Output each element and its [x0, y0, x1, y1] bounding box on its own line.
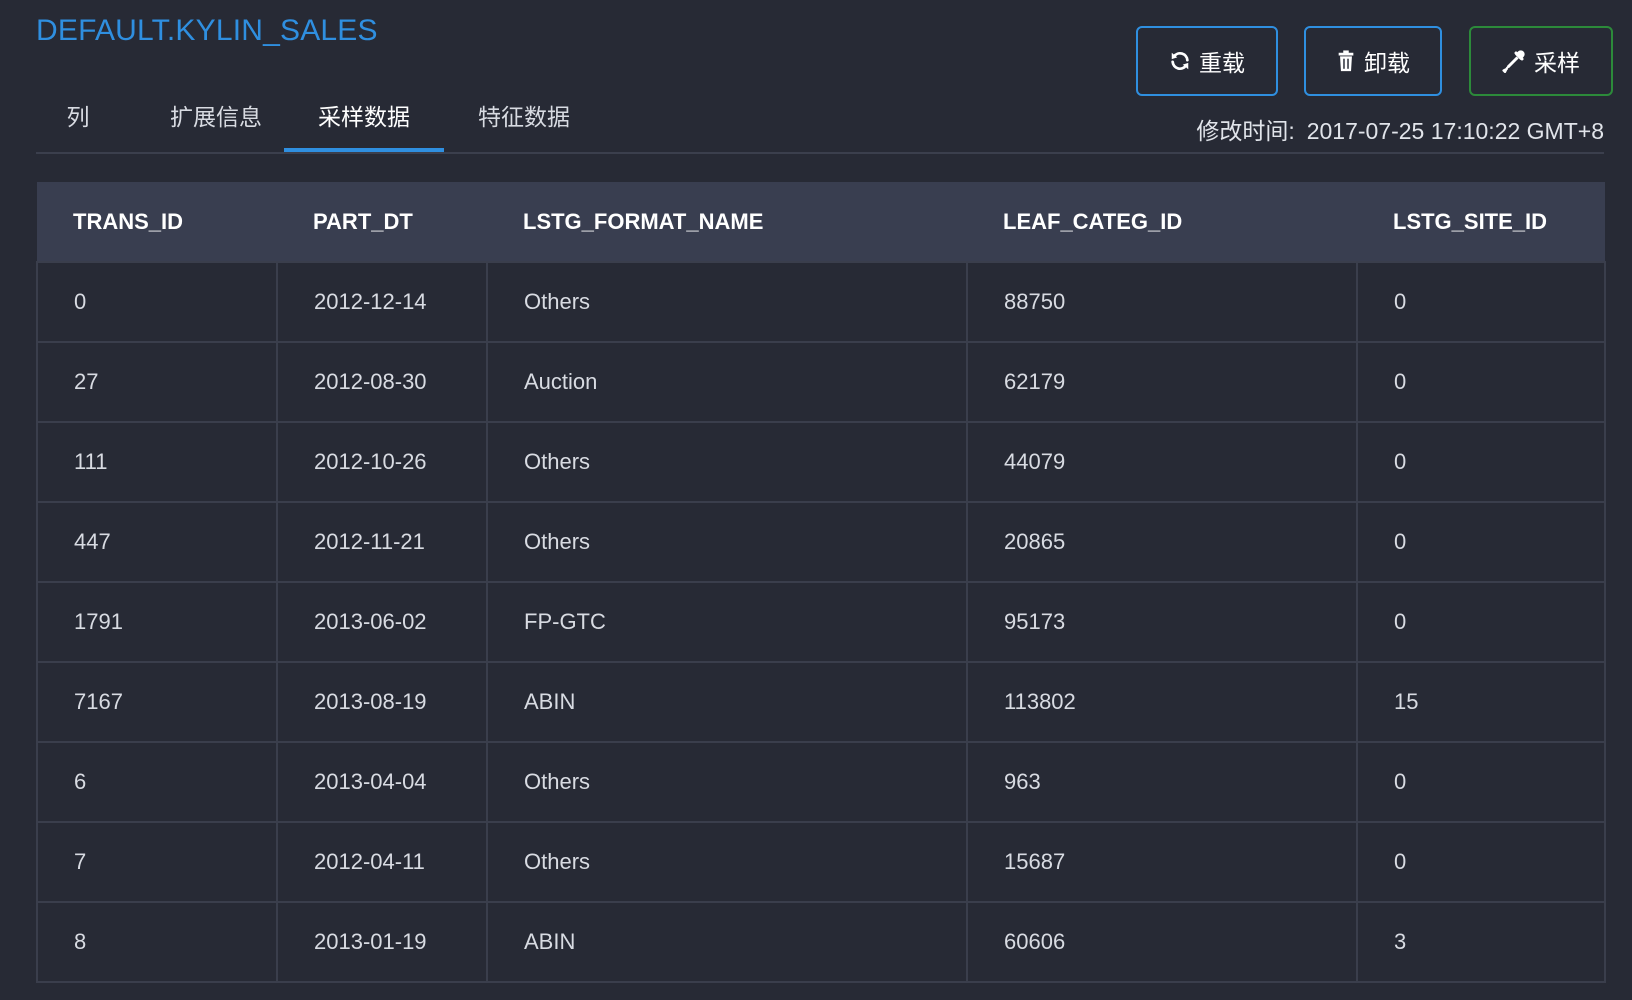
table-cell: 113802 — [966, 661, 1358, 743]
table-cell: Others — [486, 421, 968, 503]
table-row: 7167 2013-08-19 ABIN 113802 15 — [36, 661, 1606, 743]
table-row: 8 2013-01-19 ABIN 60606 3 — [36, 901, 1606, 983]
table-cell: Others — [486, 261, 968, 343]
column-header-part-dt[interactable]: PART_DT — [277, 182, 487, 262]
table-cell: 2012-11-21 — [276, 501, 488, 583]
column-header-lstg-format-name[interactable]: LSTG_FORMAT_NAME — [487, 182, 967, 262]
table-cell: Others — [486, 821, 968, 903]
table-cell: 2013-08-19 — [276, 661, 488, 743]
unload-button[interactable]: 卸载 — [1304, 26, 1442, 96]
table-cell: 2012-12-14 — [276, 261, 488, 343]
table-row: 6 2013-04-04 Others 963 0 — [36, 741, 1606, 823]
tab-sample-data[interactable]: 采样数据 — [284, 92, 444, 152]
tab-extended-info[interactable]: 扩展信息 — [148, 92, 284, 150]
table-cell: 2012-10-26 — [276, 421, 488, 503]
table-cell: 7 — [36, 821, 278, 903]
table-cell: ABIN — [486, 901, 968, 983]
trash-icon — [1336, 50, 1356, 72]
table-cell: 95173 — [966, 581, 1358, 663]
table-cell: 0 — [1356, 421, 1606, 503]
unload-button-label: 卸载 — [1364, 50, 1410, 76]
table-cell: 0 — [1356, 501, 1606, 583]
table-cell: 27 — [36, 341, 278, 423]
table-cell: ABIN — [486, 661, 968, 743]
table-cell: 88750 — [966, 261, 1358, 343]
table-cell: 111 — [36, 421, 278, 503]
table-cell: 2012-08-30 — [276, 341, 488, 423]
column-header-lstg-site-id[interactable]: LSTG_SITE_ID — [1357, 182, 1605, 262]
column-header-trans-id[interactable]: TRANS_ID — [37, 182, 277, 262]
table-cell: 2013-06-02 — [276, 581, 488, 663]
sample-data-page: DEFAULT.KYLIN_SALES 重载 卸载 采样 修改时间: 2017-… — [0, 0, 1632, 1000]
table-row: 111 2012-10-26 Others 44079 0 — [36, 421, 1606, 503]
table-cell: 0 — [1356, 261, 1606, 343]
page-title: DEFAULT.KYLIN_SALES — [36, 14, 378, 47]
sample-data-table: TRANS_ID PART_DT LSTG_FORMAT_NAME LEAF_C… — [36, 182, 1606, 983]
table-row: 0 2012-12-14 Others 88750 0 — [36, 261, 1606, 343]
table-cell: 15 — [1356, 661, 1606, 743]
sample-button[interactable]: 采样 — [1469, 26, 1613, 96]
table-row: 1791 2013-06-02 FP-GTC 95173 0 — [36, 581, 1606, 663]
reload-button-label: 重载 — [1199, 50, 1245, 76]
table-cell: 44079 — [966, 421, 1358, 503]
table-cell: 60606 — [966, 901, 1358, 983]
table-row: 27 2012-08-30 Auction 62179 0 — [36, 341, 1606, 423]
table-cell: 2013-04-04 — [276, 741, 488, 823]
table-cell: 0 — [1356, 581, 1606, 663]
table-cell: 963 — [966, 741, 1358, 823]
table-cell: 7167 — [36, 661, 278, 743]
table-cell: 2012-04-11 — [276, 821, 488, 903]
table-cell: 447 — [36, 501, 278, 583]
table-cell: 8 — [36, 901, 278, 983]
refresh-icon — [1169, 50, 1191, 72]
reload-button[interactable]: 重载 — [1136, 26, 1278, 96]
tab-bar: 列 扩展信息 采样数据 特征数据 — [36, 92, 1604, 154]
table-cell: 62179 — [966, 341, 1358, 423]
tab-columns[interactable]: 列 — [36, 92, 120, 150]
table-cell: 0 — [1356, 821, 1606, 903]
table-cell: 15687 — [966, 821, 1358, 903]
table-cell: 3 — [1356, 901, 1606, 983]
table-cell: Others — [486, 741, 968, 823]
table-cell: 0 — [1356, 741, 1606, 823]
table-row: 447 2012-11-21 Others 20865 0 — [36, 501, 1606, 583]
table-header-row: TRANS_ID PART_DT LSTG_FORMAT_NAME LEAF_C… — [37, 182, 1605, 262]
table-cell: 0 — [1356, 341, 1606, 423]
table-cell: 1791 — [36, 581, 278, 663]
table-cell: 0 — [36, 261, 278, 343]
eyedropper-icon — [1502, 49, 1526, 73]
table-cell: 2013-01-19 — [276, 901, 488, 983]
table-cell: Auction — [486, 341, 968, 423]
tab-feature-data[interactable]: 特征数据 — [444, 92, 604, 150]
table-row: 7 2012-04-11 Others 15687 0 — [36, 821, 1606, 903]
table-cell: Others — [486, 501, 968, 583]
table-cell: 6 — [36, 741, 278, 823]
table-cell: 20865 — [966, 501, 1358, 583]
column-header-leaf-categ-id[interactable]: LEAF_CATEG_ID — [967, 182, 1357, 262]
table-cell: FP-GTC — [486, 581, 968, 663]
sample-button-label: 采样 — [1534, 50, 1580, 76]
